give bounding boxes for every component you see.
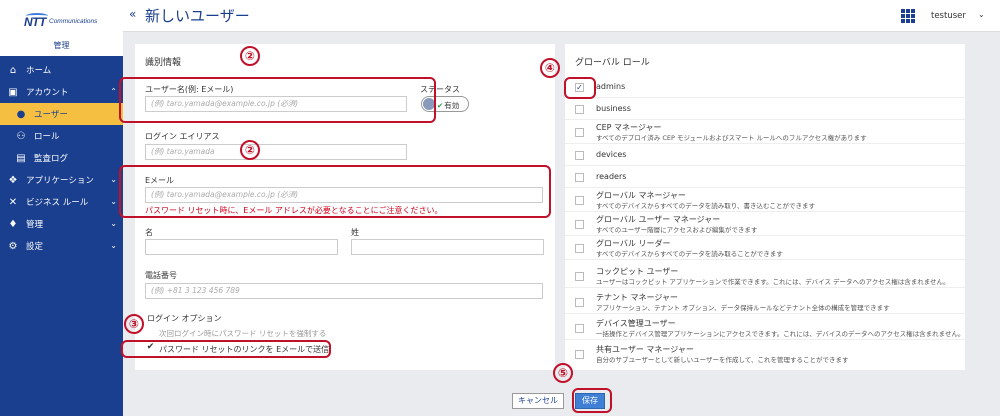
collapse-sidebar-button[interactable]: « [129, 7, 136, 21]
admin-app-label: 管理 [53, 41, 70, 50]
handshake-icon: ♦ [8, 218, 18, 230]
alias-label: ログイン エイリアス [145, 132, 220, 141]
role-row-admins[interactable]: ✓ admins [565, 76, 965, 98]
page-title: 新しいユーザー [145, 7, 250, 25]
user-icon: ● [16, 108, 26, 120]
ntt-logo: NTT Communications [24, 13, 98, 29]
annotation-marker-4: ④ [540, 58, 560, 78]
sidebar-item-applications[interactable]: ❖ アプリケーション ⌄ [0, 169, 123, 191]
chevron-down-icon[interactable]: ⌄ [978, 10, 985, 19]
section-title: 識別情報 [145, 58, 182, 68]
sidebar-item-home[interactable]: ⌂ ホーム [0, 59, 123, 81]
last-name-label: 姓 [351, 228, 359, 237]
role-row-global-manager[interactable]: グローバル マネージャー すべてのデバイスからすべてのデータを読み取り、書き込む… [565, 188, 965, 212]
role-row-shared-user-manager[interactable]: 共有ユーザー マネージャー 自分のサブユーザーとして新しいユーザーを作成して、こ… [565, 342, 965, 366]
tools-icon: ✕ [8, 196, 18, 208]
role-row-cockpit-user[interactable]: コックピット ユーザー ユーザーはコックピット アプリケーションで作業できます。… [565, 264, 965, 288]
role-row-tenant-manager[interactable]: テナント マネージャー アプリケーション、テナント オプション、データ保持ルール… [565, 290, 965, 314]
annotation-marker-5: ⑤ [553, 363, 573, 383]
alias-input[interactable]: (例) taro.yamada [145, 144, 407, 160]
role-row-global-reader[interactable]: グローバル リーダー すべてのデバイスからすべてのデータを読み取ることができます [565, 236, 965, 260]
role-checkbox[interactable] [575, 272, 584, 281]
role-row-cep-manager[interactable]: CEP マネージャー すべてのデプロイ済み CEP モジュールおよびスマート ル… [565, 120, 965, 144]
role-row-device-management-user[interactable]: デバイス管理ユーザー 一括操作とデバイス管理アプリケーションにアクセスできます。… [565, 316, 965, 340]
sidebar-item-settings[interactable]: ⚙ 設定 ⌄ [0, 235, 123, 257]
gear-icon: ⚙ [8, 240, 18, 252]
phone-label: 電話番号 [145, 271, 177, 280]
cancel-button[interactable]: キャンセル [512, 393, 564, 409]
archive-icon: ▤ [16, 152, 26, 164]
phone-input[interactable]: (例) +81 3 123 456 789 [145, 283, 543, 299]
chevron-down-icon: ⌄ [110, 175, 117, 184]
role-checkbox[interactable] [575, 173, 584, 182]
sidebar-nav: ⌂ ホーム ▣ アカウント ⌃ ● ユーザー ⚇ ロール ▤ 監査ログ ❖ アプ… [0, 59, 123, 257]
role-checkbox[interactable] [575, 151, 584, 160]
check-circle-icon: ✔ [437, 101, 444, 110]
role-row-readers[interactable]: readers [565, 166, 965, 188]
role-checkbox[interactable] [575, 105, 584, 114]
chevron-down-icon: ⌄ [110, 197, 117, 206]
annotation-box-admins [564, 77, 596, 99]
first-name-input[interactable] [145, 239, 338, 255]
role-checkbox[interactable] [575, 244, 584, 253]
force-reset-option[interactable]: 次回ログイン時にパスワード リセットを強制する [159, 328, 326, 339]
sidebar-item-account[interactable]: ▣ アカウント ⌃ [0, 81, 123, 103]
annotation-marker-2a: ② [240, 46, 260, 66]
user-menu[interactable]: testuser [931, 11, 966, 21]
sidebar-item-business-rules[interactable]: ✕ ビジネス ルール ⌄ [0, 191, 123, 213]
sidebar: NTT Communications 管理 ⌂ ホーム ▣ アカウント ⌃ ● … [0, 0, 123, 416]
annotation-box-send-link [121, 340, 331, 358]
top-bar: « 新しいユーザー testuser ⌄ [123, 0, 1000, 32]
chevron-up-icon: ⌃ [110, 87, 117, 96]
role-checkbox[interactable] [575, 128, 584, 137]
app-switcher-icon[interactable] [901, 9, 915, 23]
users-icon: ⚇ [16, 130, 26, 142]
chevron-down-icon: ⌄ [110, 219, 117, 228]
logo-area: NTT Communications 管理 [0, 0, 123, 56]
sidebar-item-audit-log[interactable]: ▤ 監査ログ [0, 147, 123, 169]
global-roles-panel: グローバル ロール ✓ admins business CEP マネージャー す… [565, 44, 965, 370]
role-checkbox[interactable] [575, 196, 584, 205]
first-name-label: 名 [145, 228, 153, 237]
role-checkbox[interactable] [575, 298, 584, 307]
roles-title: グローバル ロール [575, 58, 650, 68]
role-checkbox[interactable] [575, 324, 584, 333]
last-name-input[interactable] [351, 239, 544, 255]
role-row-business[interactable]: business [565, 98, 965, 120]
role-checkbox[interactable] [575, 350, 584, 359]
sidebar-item-management[interactable]: ♦ 管理 ⌄ [0, 213, 123, 235]
annotation-marker-3: ③ [124, 314, 144, 334]
chevron-down-icon: ⌄ [110, 241, 117, 250]
sidebar-item-users[interactable]: ● ユーザー [0, 103, 123, 125]
annotation-box-username [119, 77, 436, 123]
annotation-marker-2b: ② [240, 140, 260, 160]
sidebar-item-roles[interactable]: ⚇ ロール [0, 125, 123, 147]
role-row-devices[interactable]: devices [565, 144, 965, 166]
home-icon: ⌂ [9, 64, 17, 76]
login-options-label: ログイン オプション [147, 314, 222, 323]
id-card-icon: ▣ [8, 86, 18, 98]
annotation-box-email [119, 165, 551, 218]
cubes-icon: ❖ [8, 174, 18, 186]
status-value: 有効 [444, 101, 460, 110]
annotation-box-save [572, 388, 612, 413]
role-checkbox[interactable] [575, 220, 584, 229]
role-row-global-user-manager[interactable]: グローバル ユーザー マネージャー すべてのユーザー階層にアクセスおよび編集がで… [565, 212, 965, 236]
